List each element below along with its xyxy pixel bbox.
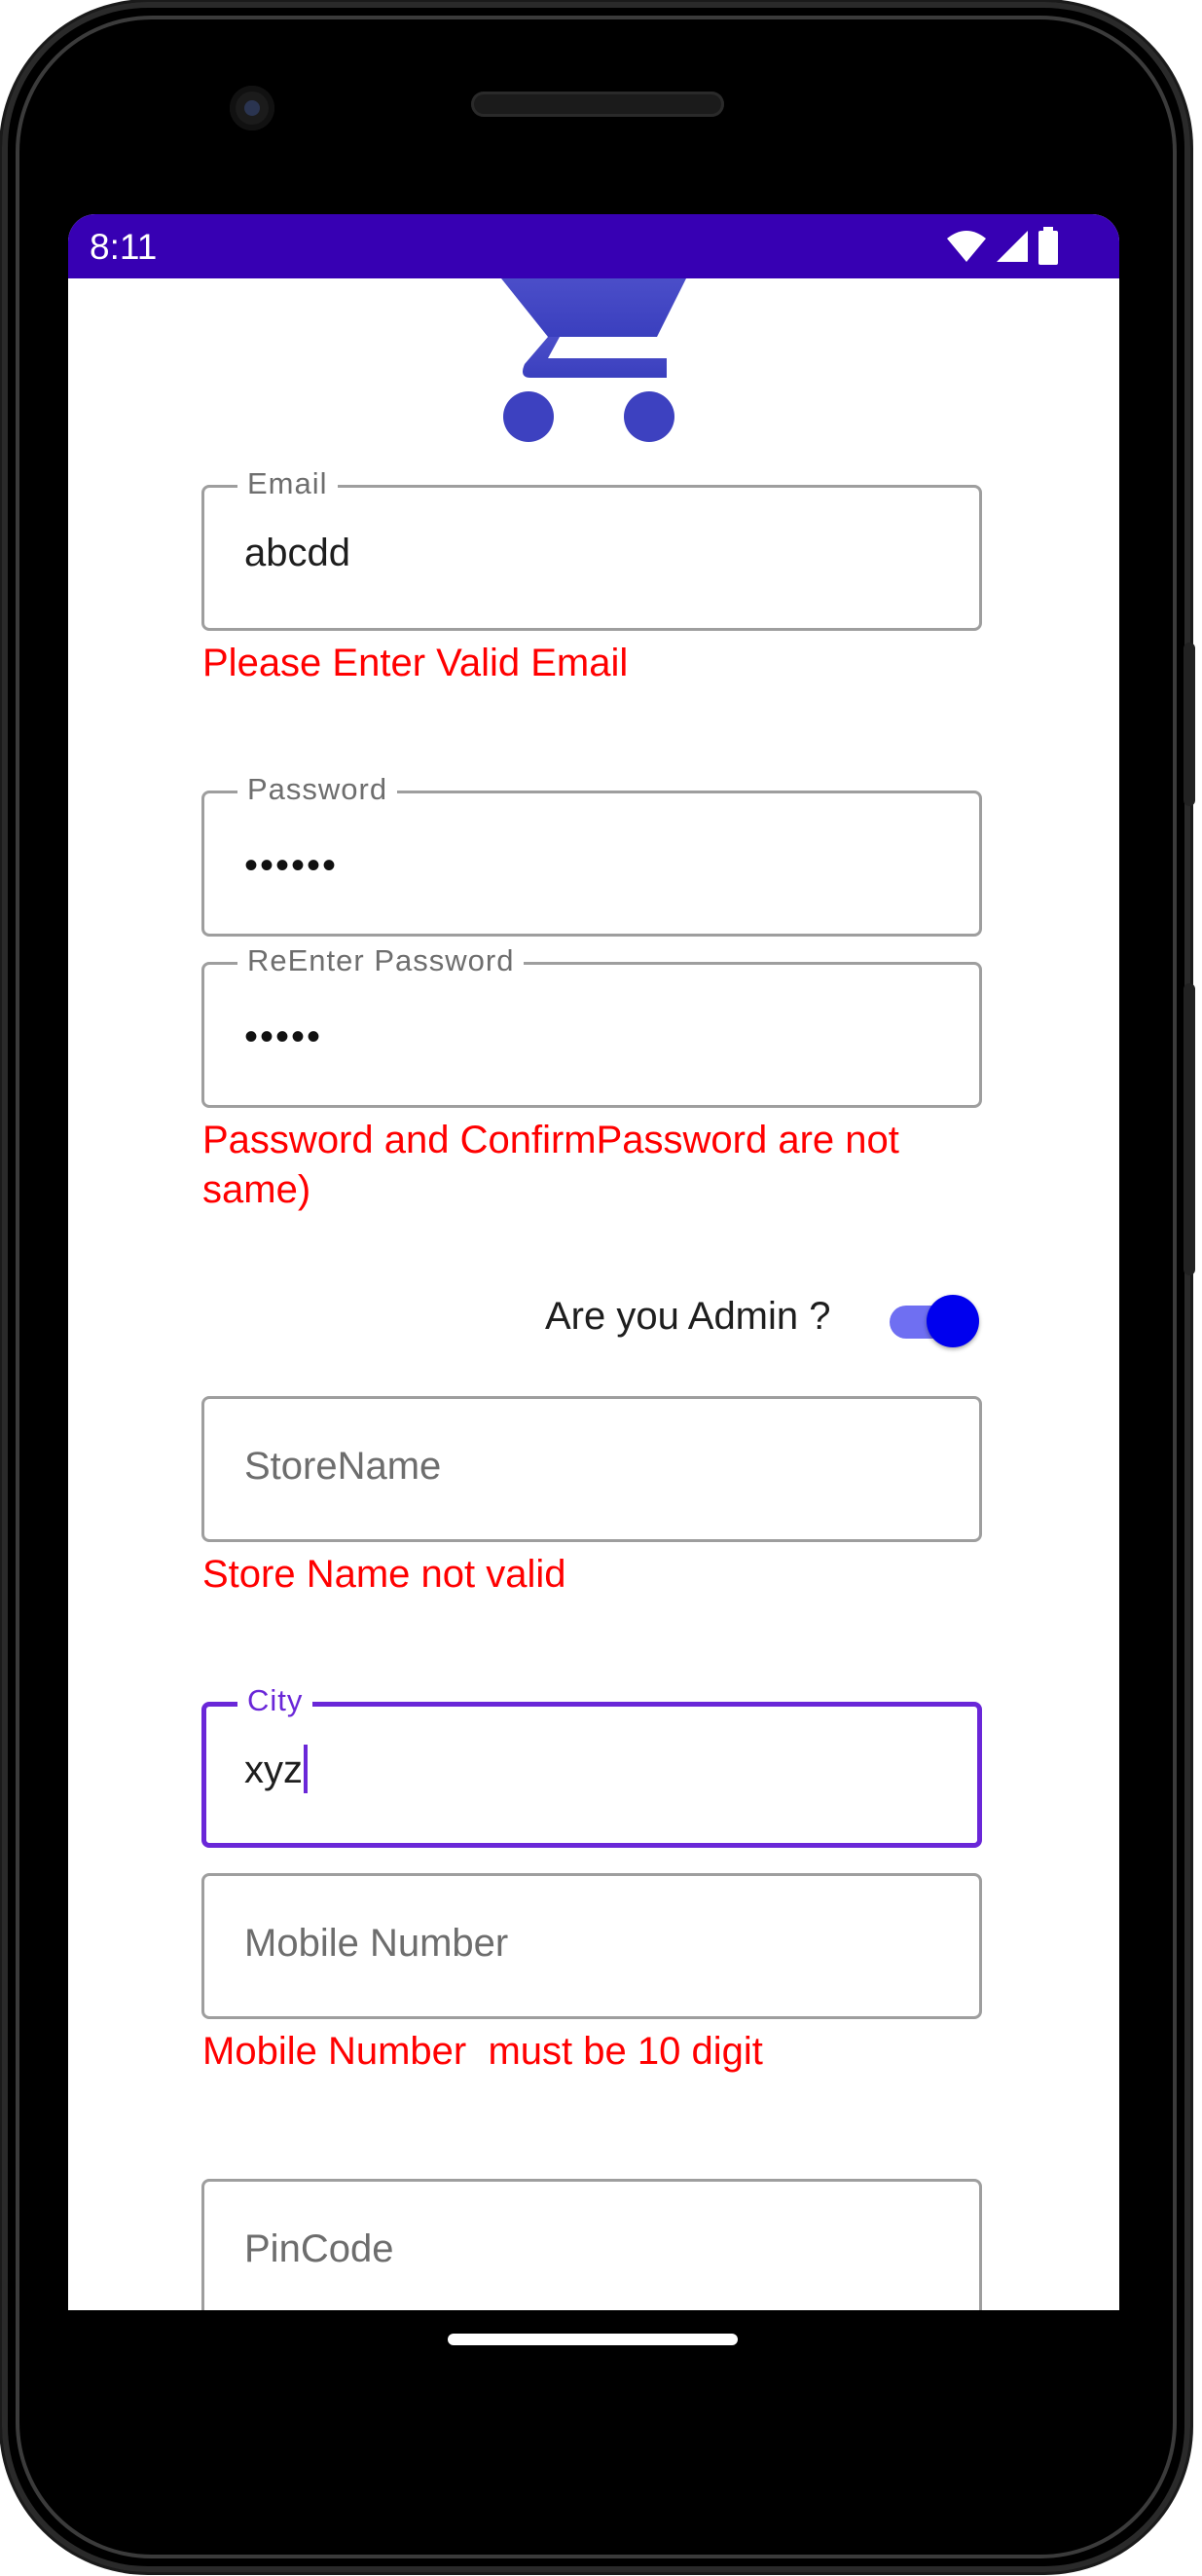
password-mismatch-error: Password and ConfirmPassword are not sam… (202, 1119, 899, 1211)
wifi-icon (947, 231, 986, 262)
store-name-placeholder: StoreName (244, 1445, 442, 1488)
pincode-placeholder: PinCode (244, 2227, 394, 2270)
city-value: xyz (244, 1745, 308, 1794)
reenter-password-value: ••••• (244, 1015, 323, 1058)
app-screen: 8:11 Email abcdd Please Enter Valid Emai… (68, 214, 1119, 2310)
power-button (1184, 983, 1195, 1275)
reenter-password-label: ReEnter Password (237, 943, 525, 978)
password-label: Password (237, 772, 398, 807)
email-field[interactable]: Email abcdd (201, 466, 982, 631)
status-bar: 8:11 (68, 214, 1119, 278)
email-value: abcdd (244, 532, 350, 574)
admin-switch-thumb (927, 1295, 979, 1347)
cellular-signal-icon (997, 231, 1028, 262)
text-cursor (304, 1745, 308, 1794)
mobile-number-placeholder: Mobile Number (244, 1922, 509, 1965)
mobile-number-field[interactable]: Mobile Number (201, 1873, 982, 2019)
pincode-field[interactable]: PinCode (201, 2179, 982, 2310)
admin-toggle-row: Are you Admin ? (545, 1285, 1051, 1353)
city-value-text: xyz (244, 1748, 303, 1791)
front-camera (230, 86, 274, 130)
shopping-cart-icon (501, 278, 686, 442)
admin-label: Are you Admin ? (545, 1295, 831, 1338)
volume-button (1184, 643, 1195, 806)
status-icons (946, 226, 1059, 267)
admin-switch[interactable] (886, 1291, 983, 1347)
battery-icon (1038, 227, 1058, 265)
password-field[interactable]: Password •••••• (201, 772, 982, 937)
mobile-number-error: Mobile Number must be 10 digit (202, 2030, 763, 2073)
home-gesture-bar[interactable] (448, 2334, 738, 2345)
password-value: •••••• (244, 844, 339, 887)
phone-frame: 8:11 Email abcdd Please Enter Valid Emai… (0, 0, 1202, 2576)
city-label: City (237, 1683, 313, 1718)
earpiece-speaker (471, 92, 724, 117)
store-name-field[interactable]: StoreName (201, 1396, 982, 1542)
store-name-error: Store Name not valid (202, 1553, 566, 1596)
email-label: Email (237, 466, 338, 501)
status-time: 8:11 (90, 227, 158, 267)
email-error: Please Enter Valid Email (202, 642, 629, 684)
city-field[interactable]: City xyz (201, 1683, 982, 1848)
reenter-password-field[interactable]: ReEnter Password ••••• (201, 943, 982, 1108)
